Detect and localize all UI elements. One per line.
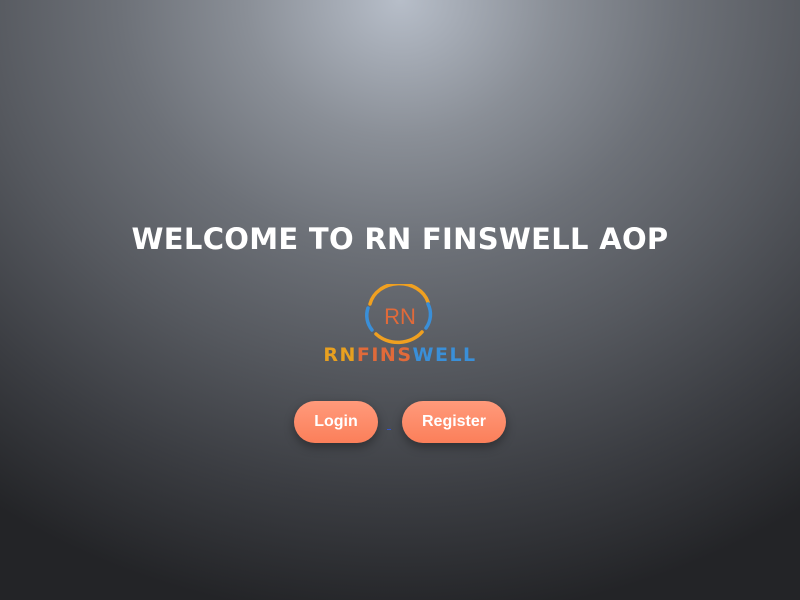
login-button[interactable]: Login [294, 401, 378, 443]
logo-word-fins: FINS [357, 344, 413, 366]
separator-link[interactable] [387, 429, 391, 430]
rnfinswell-logo: RN RNFINSWELL [323, 284, 476, 366]
action-buttons: Login Register [0, 401, 800, 443]
logo-word-well: WELL [413, 344, 477, 366]
logo-ring-bottom-arc [374, 330, 424, 345]
logo-ring-right-arc [424, 302, 433, 330]
register-button[interactable]: Register [402, 401, 506, 443]
logo-ring-left-arc [365, 306, 374, 332]
logo-wordmark: RNFINSWELL [323, 344, 476, 366]
landing-page: WELCOME TO RN FINSWELL AOP RN RNFINSWELL… [0, 0, 800, 600]
logo-ring-top-arc [368, 284, 430, 306]
logo-word-rn: RN [323, 344, 357, 366]
logo-monogram: RN [384, 304, 416, 329]
page-title: WELCOME TO RN FINSWELL AOP [131, 222, 669, 256]
